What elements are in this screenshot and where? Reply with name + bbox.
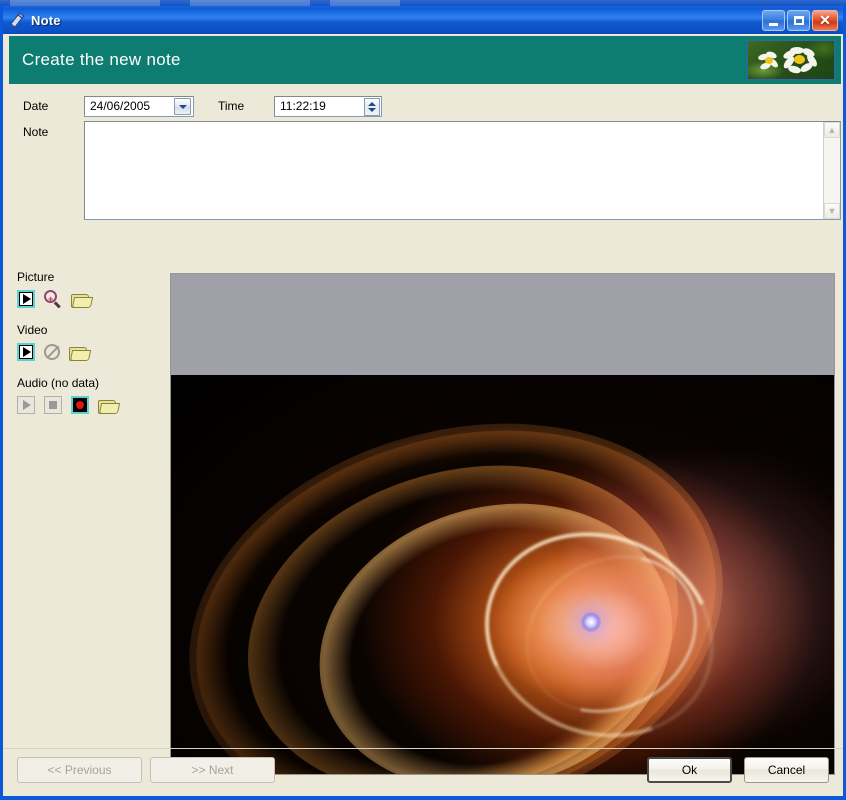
scroll-down-icon[interactable]: ▼ <box>824 203 840 219</box>
media-preview-panel[interactable] <box>170 273 835 775</box>
cancel-button[interactable]: Cancel <box>744 757 829 783</box>
chevron-down-icon[interactable] <box>174 98 191 115</box>
maximize-icon[interactable] <box>787 9 810 31</box>
title-bar[interactable]: Note ✕ <box>3 6 843 34</box>
preview-empty-band <box>171 274 834 375</box>
picture-play-icon[interactable] <box>17 290 35 308</box>
video-group: Video <box>17 323 167 363</box>
daisy-photo-thumbnail <box>747 40 835 80</box>
time-input[interactable]: 11:22:19 <box>274 96 382 117</box>
video-open-folder-icon[interactable] <box>69 345 92 361</box>
header-banner: Create the new note <box>9 36 841 84</box>
time-value: 11:22:19 <box>280 99 326 113</box>
ok-button[interactable]: Ok <box>647 757 732 783</box>
picture-open-folder-icon[interactable] <box>71 292 94 308</box>
next-button[interactable]: >> Next <box>150 757 275 783</box>
banner-title: Create the new note <box>22 50 181 69</box>
picture-label: Picture <box>17 270 55 284</box>
video-play-icon[interactable] <box>17 343 35 361</box>
note-label: Note <box>23 125 49 139</box>
date-label: Date <box>23 99 49 113</box>
client-area: Create the new note Date 24/06/2005 Time… <box>3 34 843 796</box>
spinner-icon[interactable] <box>364 97 380 116</box>
audio-group: Audio (no data) <box>17 376 167 416</box>
video-no-entry-icon <box>44 344 60 360</box>
scrollbar-track[interactable] <box>824 138 840 203</box>
date-value: 24/06/2005 <box>90 99 151 113</box>
audio-play-icon <box>17 396 35 414</box>
date-input[interactable]: 24/06/2005 <box>84 96 194 117</box>
note-text-value[interactable] <box>85 122 823 219</box>
audio-stop-icon <box>44 396 62 414</box>
picture-group: Picture + <box>17 270 167 310</box>
orange-nebula-swirl-photo <box>171 375 834 774</box>
window-title: Note <box>31 12 61 28</box>
audio-open-folder-icon[interactable] <box>98 398 121 414</box>
minimize-icon[interactable] <box>762 9 785 31</box>
footer-bar: << Previous >> Next Ok Cancel <box>3 748 843 796</box>
audio-record-icon[interactable] <box>71 396 89 414</box>
note-textarea[interactable]: ▲ ▼ <box>84 121 841 220</box>
note-form: Date 24/06/2005 Time 11:22:19 Note ▲ ▼ <box>9 88 841 266</box>
picture-zoom-in-magnifier-icon[interactable]: + <box>44 290 62 309</box>
note-pen-icon <box>9 11 26 29</box>
close-icon[interactable]: ✕ <box>812 9 838 31</box>
audio-label: Audio (no data) <box>17 376 100 390</box>
note-window: Note ✕ Create the new note Date 24/06/20… <box>0 6 846 800</box>
video-label: Video <box>17 323 48 337</box>
scroll-up-icon[interactable]: ▲ <box>824 122 840 138</box>
media-controls: Picture + Video Audio (no data) <box>17 270 167 429</box>
previous-button[interactable]: << Previous <box>17 757 142 783</box>
note-scrollbar[interactable]: ▲ ▼ <box>823 122 840 219</box>
time-label: Time <box>218 99 245 113</box>
window-controls: ✕ <box>762 9 840 31</box>
